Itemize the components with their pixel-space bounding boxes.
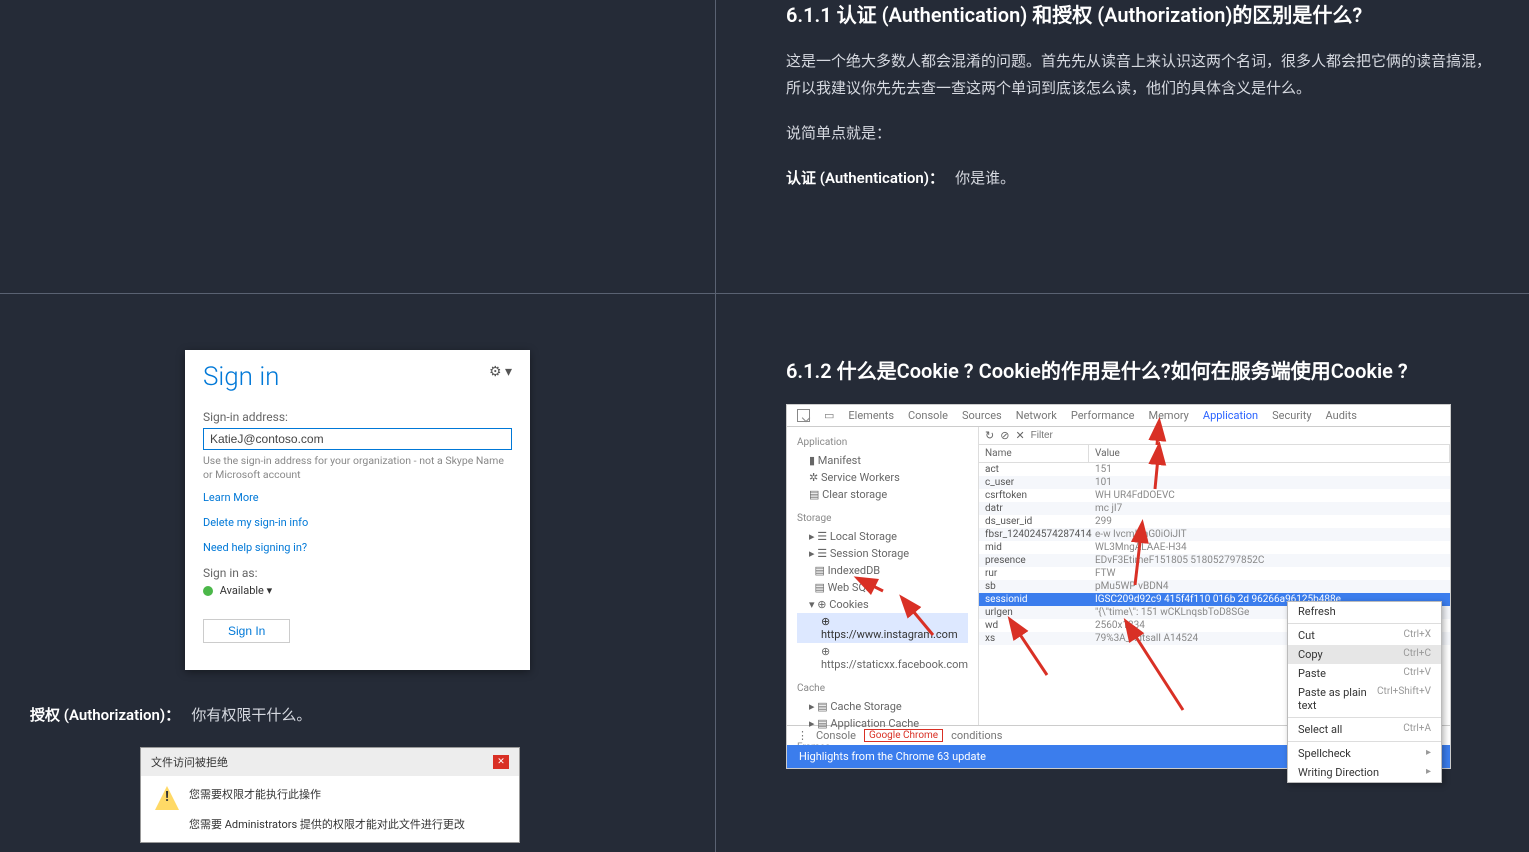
tab-elements[interactable]: Elements <box>848 409 894 422</box>
dialog-text-2: 您需要 Administrators 提供的权限才能对此文件进行更改 <box>155 816 505 832</box>
sidebar-item-cachestorage[interactable]: ▸ ▤ Cache Storage <box>797 698 968 715</box>
google-chrome-label: Google Chrome <box>864 729 943 742</box>
authz-value: 你有权限干什么。 <box>191 706 311 724</box>
authorization-line: 授权 (Authorization)： 你有权限干什么。 <box>30 702 685 729</box>
refresh-icon[interactable]: ↻ <box>985 429 994 442</box>
sidebar-head-cache: Cache <box>797 683 968 694</box>
signin-dialog: ⚙ ▾ Sign in Sign-in address: Use the sig… <box>185 350 530 670</box>
authz-label: 授权 (Authorization)： <box>30 706 180 724</box>
tab-audits[interactable]: Audits <box>1326 409 1357 422</box>
tab-security[interactable]: Security <box>1272 409 1311 422</box>
availability-label: Available <box>220 584 264 597</box>
gear-icon[interactable]: ⚙ ▾ <box>489 364 512 380</box>
signin-as-label: Sign in as: <box>203 566 512 580</box>
cookie-row[interactable]: c_user101 <box>979 476 1450 489</box>
signin-button[interactable]: Sign In <box>203 619 290 643</box>
paragraph: 说简单点就是： <box>786 120 1497 147</box>
file-access-denied-dialog: 文件访问被拒绝 ✕ 您需要权限才能执行此操作 您需要 Administrator… <box>140 747 520 843</box>
ctx-copy[interactable]: CopyCtrl+C <box>1288 645 1441 664</box>
close-icon[interactable]: ✕ <box>493 755 509 769</box>
cookie-domain-facebook[interactable]: ⊕ https://staticxx.facebook.com <box>797 643 968 673</box>
quadrant-bottom-left: ⚙ ▾ Sign in Sign-in address: Use the sig… <box>0 294 716 852</box>
drawer-menu-icon[interactable]: ⋮ <box>797 729 808 742</box>
sidebar-head-application: Application <box>797 437 968 448</box>
cookie-row[interactable]: sbpMu5WP vBDN4 <box>979 580 1450 593</box>
section-heading-611: 6.1.1 认证 (Authentication) 和授权 (Authoriza… <box>786 0 1497 30</box>
signin-title: Sign in <box>203 362 512 392</box>
devtools-tab-bar: ▭ Elements Console Sources Network Perfo… <box>787 405 1450 427</box>
sidebar-head-storage: Storage <box>797 513 968 524</box>
paragraph: 这是一个绝大多数人都会混淆的问题。首先先从读音上来认识这两个名词，很多人都会把它… <box>786 48 1497 102</box>
drawer-conditions[interactable]: conditions <box>951 729 1002 742</box>
context-menu: Refresh CutCtrl+X CopyCtrl+C PasteCtrl+V… <box>1287 601 1442 783</box>
sidebar-item-clearstorage[interactable]: ▤ Clear storage <box>797 486 968 503</box>
col-name[interactable]: Name <box>979 445 1089 462</box>
cookie-domain-instagram[interactable]: ⊕ https://www.instagram.com <box>797 613 968 643</box>
device-toggle-icon[interactable]: ▭ <box>824 409 834 422</box>
sidebar-item-manifest[interactable]: ▮ Manifest <box>797 452 968 469</box>
ctx-spellcheck[interactable]: Spellcheck▸ <box>1288 744 1441 763</box>
clear-icon[interactable]: ⊘ <box>1000 429 1009 442</box>
paragraph: 认证 (Authentication)： 你是谁。 <box>786 165 1497 192</box>
ctx-paste-plain[interactable]: Paste as plain textCtrl+Shift+V <box>1288 683 1441 715</box>
cookie-row[interactable]: ds_user_id299 <box>979 515 1450 528</box>
signin-address-label: Sign-in address: <box>203 410 512 424</box>
signin-hint: Use the sign-in address for your organiz… <box>203 454 512 481</box>
dialog-title: 文件访问被拒绝 <box>151 754 228 770</box>
cookie-row[interactable]: presenceEDvF3EtimeF151805 518052797852C <box>979 554 1450 567</box>
sidebar-item-serviceworkers[interactable]: ✲ Service Workers <box>797 469 968 486</box>
sidebar-item-sessionstorage[interactable]: ▸ ☰ Session Storage <box>797 545 968 562</box>
auth-label: 认证 (Authentication)： <box>786 169 944 187</box>
ctx-paste[interactable]: PasteCtrl+V <box>1288 664 1441 683</box>
tab-network[interactable]: Network <box>1016 409 1057 422</box>
tab-console[interactable]: Console <box>908 409 948 422</box>
auth-value: 你是谁。 <box>955 169 1015 187</box>
quadrant-top-left <box>0 0 716 294</box>
tab-application[interactable]: Application <box>1203 409 1258 422</box>
cookie-row[interactable]: fbsr_124024574287414e-w IvcmI0aG0iOiJIT <box>979 528 1450 541</box>
delete-signin-link[interactable]: Delete my sign-in info <box>203 516 512 529</box>
signin-address-input[interactable] <box>203 428 512 450</box>
tab-memory[interactable]: Memory <box>1149 409 1189 422</box>
drawer-tab-console[interactable]: Console <box>816 729 856 742</box>
quadrant-bottom-right: 6.1.2 什么是Cookie ? Cookie的作用是什么?如何在服务端使用C… <box>716 294 1529 852</box>
col-value[interactable]: Value <box>1089 445 1450 462</box>
dialog-text-1: 您需要权限才能执行此操作 <box>189 786 321 802</box>
devtools-toolbar: ↻ ⊘ ✕ <box>979 427 1450 445</box>
quadrant-top-right: 6.1.1 认证 (Authentication) 和授权 (Authoriza… <box>716 0 1529 294</box>
warning-icon <box>155 786 179 810</box>
cookie-row[interactable]: act151 <box>979 463 1450 476</box>
tab-performance[interactable]: Performance <box>1071 409 1135 422</box>
cookie-row[interactable]: rurFTW <box>979 567 1450 580</box>
ctx-cut[interactable]: CutCtrl+X <box>1288 626 1441 645</box>
sidebar-item-websql[interactable]: ▤ Web SQL <box>797 579 968 596</box>
sidebar-item-indexeddb[interactable]: ▤ IndexedDB <box>797 562 968 579</box>
devtools-sidebar: Application ▮ Manifest ✲ Service Workers… <box>787 427 979 725</box>
tab-sources[interactable]: Sources <box>962 409 1002 422</box>
section-heading-612: 6.1.2 什么是Cookie ? Cookie的作用是什么?如何在服务端使用C… <box>786 356 1497 386</box>
availability-selector[interactable]: Available ▾ <box>203 584 512 597</box>
inspector-icon[interactable] <box>797 409 810 422</box>
sidebar-item-localstorage[interactable]: ▸ ☰ Local Storage <box>797 528 968 545</box>
help-signin-link[interactable]: Need help signing in? <box>203 541 512 554</box>
ctx-selectall[interactable]: Select allCtrl+A <box>1288 720 1441 739</box>
chrome-devtools: ▭ Elements Console Sources Network Perfo… <box>786 404 1451 769</box>
learn-more-link[interactable]: Learn More <box>203 491 512 504</box>
ctx-refresh[interactable]: Refresh <box>1288 602 1441 621</box>
cookie-row[interactable]: csrftokenWH UR4FdDOEVC <box>979 489 1450 502</box>
delete-icon[interactable]: ✕ <box>1015 429 1024 442</box>
presence-available-icon <box>203 586 213 596</box>
cookie-row[interactable]: datrmc jI7 <box>979 502 1450 515</box>
sidebar-item-cookies[interactable]: ▾ ⊕ Cookies <box>797 596 968 613</box>
cookie-row[interactable]: midWL3MngALAAE-H34 <box>979 541 1450 554</box>
ctx-writing-direction[interactable]: Writing Direction▸ <box>1288 763 1441 782</box>
filter-input[interactable] <box>1031 430 1444 441</box>
